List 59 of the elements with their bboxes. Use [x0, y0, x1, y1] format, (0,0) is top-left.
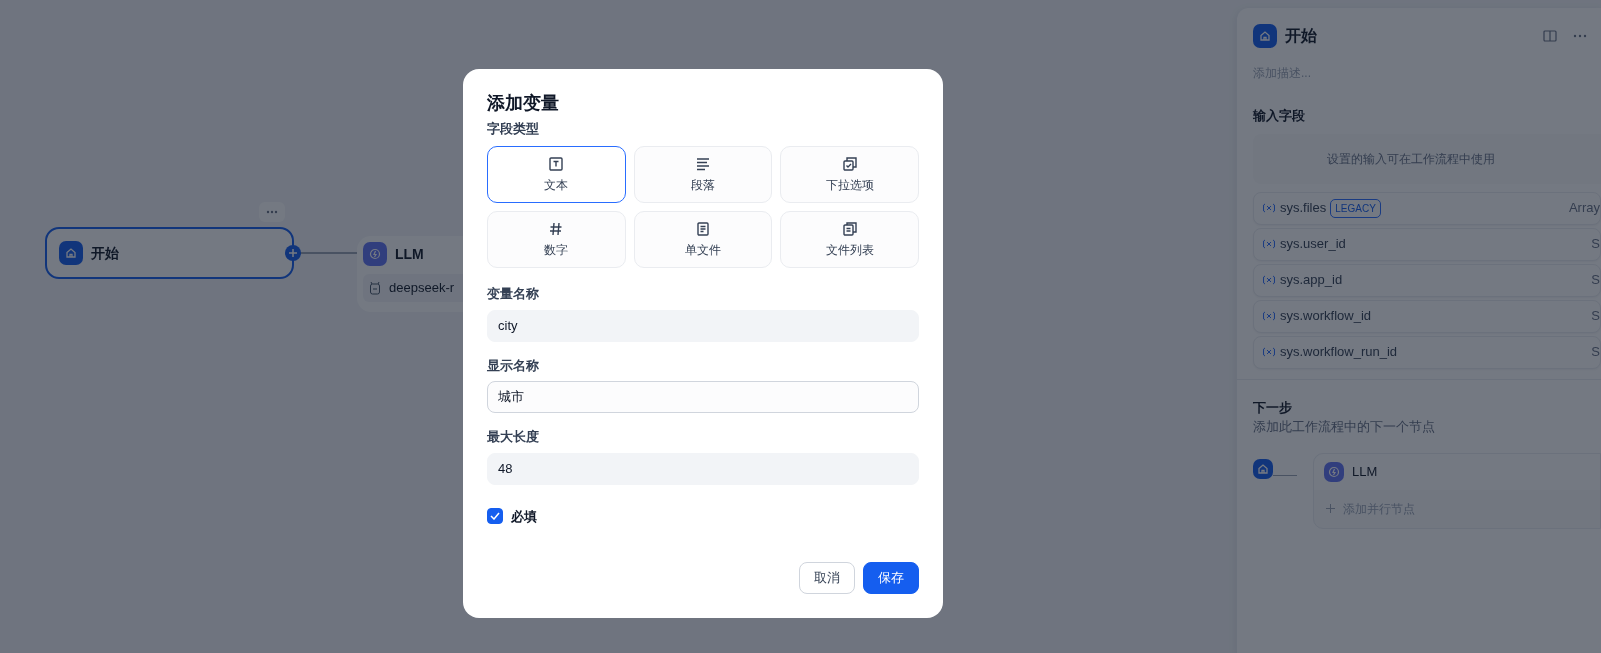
input-field[interactable]: 城市	[487, 381, 919, 414]
home-icon	[1253, 458, 1273, 479]
field-label: 字段类型	[487, 119, 540, 138]
variable-type: S	[1591, 307, 1600, 326]
variable-icon	[1262, 347, 1276, 357]
field-type-option[interactable]: 数字	[487, 211, 626, 269]
section-title: 下一步	[1253, 398, 1293, 417]
connector-line	[1273, 474, 1297, 476]
field-type-option[interactable]: 下拉选项	[780, 146, 919, 204]
field-type-option[interactable]: 单文件	[633, 211, 773, 269]
variable-icon	[1262, 311, 1276, 321]
add-icon[interactable]	[285, 245, 301, 261]
field-label: 最大长度	[487, 428, 540, 447]
dialog-title: 添加变量	[487, 93, 560, 115]
model-name: deepseek-r	[389, 279, 455, 297]
llm-icon	[1324, 461, 1344, 482]
section-title: 输入字段	[1253, 107, 1306, 125]
variable-type: S	[1591, 271, 1600, 290]
document-icon	[695, 220, 711, 237]
paragraph-icon	[695, 155, 711, 172]
connector-line	[300, 252, 357, 254]
variable-type: S	[1591, 343, 1600, 362]
plus-icon	[1326, 504, 1335, 513]
field-label: 显示名称	[487, 356, 540, 375]
field-type-option[interactable]: 段落	[633, 146, 773, 204]
variable-name: sys.files	[1280, 199, 1327, 218]
more-icon[interactable]	[259, 202, 285, 222]
book-icon[interactable]	[1543, 29, 1557, 43]
variable-type: Array	[1568, 199, 1600, 218]
input-field[interactable]: 48	[487, 452, 919, 485]
documents-icon	[841, 220, 858, 237]
check-icon	[490, 512, 500, 521]
input-field[interactable]: city	[487, 309, 919, 342]
text-icon	[548, 155, 565, 172]
variable-name: sys.workflow_id	[1280, 307, 1372, 326]
panel-title: 开始	[1285, 26, 1317, 46]
save-button[interactable]: 保存	[863, 562, 919, 594]
home-icon	[1253, 24, 1277, 48]
variable-name: sys.user_id	[1280, 235, 1346, 254]
cancel-button[interactable]: 取消	[799, 562, 855, 594]
field-type-option[interactable]: 文本	[487, 146, 626, 204]
legacy-tag: LEGACY	[1330, 198, 1381, 218]
robot-icon	[369, 280, 381, 295]
field-type-option[interactable]: 文件列表	[780, 211, 919, 269]
field-label: 变量名称	[487, 285, 540, 304]
variable-type: S	[1591, 235, 1600, 254]
hash-icon	[548, 220, 565, 237]
variable-icon	[1262, 239, 1276, 249]
variable-icon	[1262, 275, 1276, 285]
variable-icon	[1262, 203, 1276, 213]
dropdown-icon	[841, 155, 858, 172]
required-checkbox[interactable]: 必填	[487, 506, 537, 527]
home-icon	[59, 241, 83, 265]
variable-name: sys.app_id	[1280, 271, 1343, 290]
variable-name: sys.workflow_run_id	[1280, 343, 1398, 362]
llm-node[interactable]: LLM deepseek-r	[357, 236, 463, 312]
more-icon[interactable]	[1573, 34, 1587, 38]
llm-icon	[363, 242, 387, 266]
start-node[interactable]: 开始	[45, 227, 294, 279]
